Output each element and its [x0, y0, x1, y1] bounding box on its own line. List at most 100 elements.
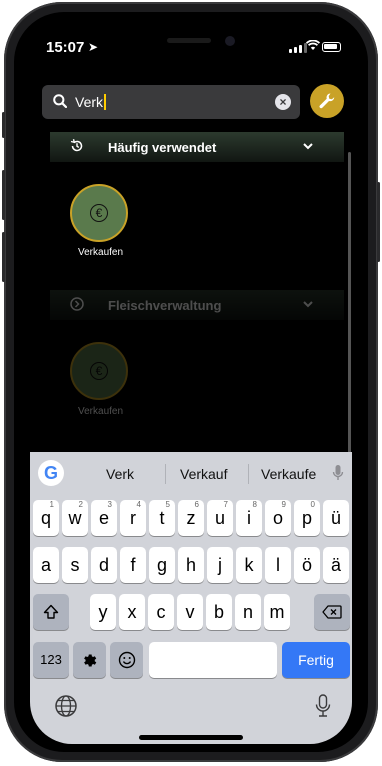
search-query: Verk — [75, 94, 104, 110]
search-input[interactable]: Verk — [75, 94, 107, 110]
key-e[interactable]: e3 — [91, 500, 117, 536]
section-meat-management[interactable]: Fleischverwaltung — [50, 290, 344, 320]
numbers-key[interactable]: 123 — [33, 642, 69, 678]
key-h[interactable]: h — [178, 547, 204, 583]
key-x[interactable]: x — [119, 594, 145, 630]
clear-icon[interactable]: × — [275, 94, 291, 110]
key-g[interactable]: g — [149, 547, 175, 583]
section-label: Häufig verwendet — [108, 140, 217, 155]
history-icon — [70, 139, 83, 152]
key-k[interactable]: k — [236, 547, 262, 583]
emoji-key[interactable] — [110, 642, 143, 678]
key-z[interactable]: z6 — [178, 500, 204, 536]
euro-icon: € — [90, 204, 108, 222]
key-label: n — [242, 602, 253, 622]
key-number-hint: 6 — [194, 500, 199, 509]
key-m[interactable]: m — [264, 594, 290, 630]
space-key[interactable] — [149, 642, 277, 678]
key-label: g — [156, 555, 167, 575]
google-logo-icon[interactable]: G — [38, 460, 64, 486]
section-frequently-used[interactable]: Häufig verwendet — [50, 132, 344, 162]
suggestion-1[interactable]: Verk — [106, 466, 134, 482]
key-p[interactable]: p0 — [294, 500, 320, 536]
key-r[interactable]: r4 — [120, 500, 146, 536]
wrench-icon[interactable] — [310, 84, 344, 118]
done-key[interactable]: Fertig — [282, 642, 350, 678]
key-number-hint: 5 — [165, 500, 170, 509]
key-b[interactable]: b — [206, 594, 232, 630]
key-c[interactable]: c — [148, 594, 174, 630]
key-number-hint: 8 — [252, 500, 257, 509]
sell-tile[interactable]: € — [70, 342, 128, 400]
key-label: r — [130, 508, 136, 528]
mute-switch — [2, 112, 5, 138]
screen: 15:07 ➤ Verk × Häufig verwendet € Verkau… — [30, 22, 352, 744]
shift-key[interactable] — [33, 594, 69, 630]
power-button — [377, 182, 380, 262]
shift-icon — [43, 604, 59, 619]
settings-key[interactable] — [73, 642, 106, 678]
volume-up-button — [2, 170, 5, 220]
key-ü[interactable]: ü — [323, 500, 349, 536]
key-label: f — [130, 555, 136, 575]
key-label: x — [127, 602, 137, 622]
key-label: ü — [330, 508, 341, 528]
key-label: c — [156, 602, 166, 622]
key-number-hint: 4 — [136, 500, 141, 509]
keyboard: G Verk Verkauf Verkaufe q1w2e3r4t5z6u7i8… — [30, 452, 352, 744]
key-s[interactable]: s — [62, 547, 88, 583]
key-a[interactable]: a — [33, 547, 59, 583]
key-label: b — [213, 602, 224, 622]
key-label: t — [159, 508, 165, 528]
divider — [165, 464, 166, 484]
key-j[interactable]: j — [207, 547, 233, 583]
search-icon — [53, 94, 67, 108]
key-i[interactable]: i8 — [236, 500, 262, 536]
scrollbar[interactable] — [348, 152, 351, 482]
volume-down-button — [2, 232, 5, 282]
key-label: y — [98, 602, 108, 622]
key-d[interactable]: d — [91, 547, 117, 583]
key-label: j — [218, 555, 222, 575]
signal-icon — [289, 42, 307, 53]
chevron-down-icon — [303, 143, 313, 150]
dictation-icon[interactable] — [315, 694, 331, 718]
key-w[interactable]: w2 — [62, 500, 88, 536]
key-u[interactable]: u7 — [207, 500, 233, 536]
key-number-hint: 7 — [223, 500, 228, 509]
key-t[interactable]: t5 — [149, 500, 175, 536]
key-y[interactable]: y — [90, 594, 116, 630]
backspace-key[interactable] — [314, 594, 350, 630]
euro-icon: € — [90, 362, 108, 380]
suggestion-2[interactable]: Verkauf — [180, 466, 227, 482]
key-number-hint: 0 — [310, 500, 315, 509]
home-indicator[interactable] — [139, 735, 243, 740]
status-bar: 15:07 ➤ — [30, 22, 352, 66]
globe-icon[interactable] — [54, 694, 78, 718]
search-field[interactable]: Verk × — [42, 85, 300, 119]
tile-label: Verkaufen — [78, 247, 124, 258]
chevron-down-icon — [303, 301, 313, 308]
sell-tile[interactable]: € — [70, 184, 128, 242]
key-label: a — [40, 555, 51, 575]
wifi-icon — [305, 39, 321, 54]
key-l[interactable]: l — [265, 547, 291, 583]
key-label: ä — [330, 555, 341, 575]
key-n[interactable]: n — [235, 594, 261, 630]
status-time: 15:07 — [46, 39, 85, 56]
key-o[interactable]: o9 — [265, 500, 291, 536]
key-ä[interactable]: ä — [323, 547, 349, 583]
key-label: v — [185, 602, 195, 622]
key-q[interactable]: q1 — [33, 500, 59, 536]
key-v[interactable]: v — [177, 594, 203, 630]
tile-label: Verkaufen — [78, 406, 124, 417]
key-label: k — [244, 555, 254, 575]
suggestion-3[interactable]: Verkaufe — [261, 466, 316, 482]
backspace-icon — [322, 605, 342, 619]
microphone-icon[interactable] — [332, 464, 344, 482]
key-ö[interactable]: ö — [294, 547, 320, 583]
key-label: s — [70, 555, 80, 575]
emoji-icon — [118, 651, 135, 669]
text-caret — [104, 94, 107, 110]
key-f[interactable]: f — [120, 547, 146, 583]
